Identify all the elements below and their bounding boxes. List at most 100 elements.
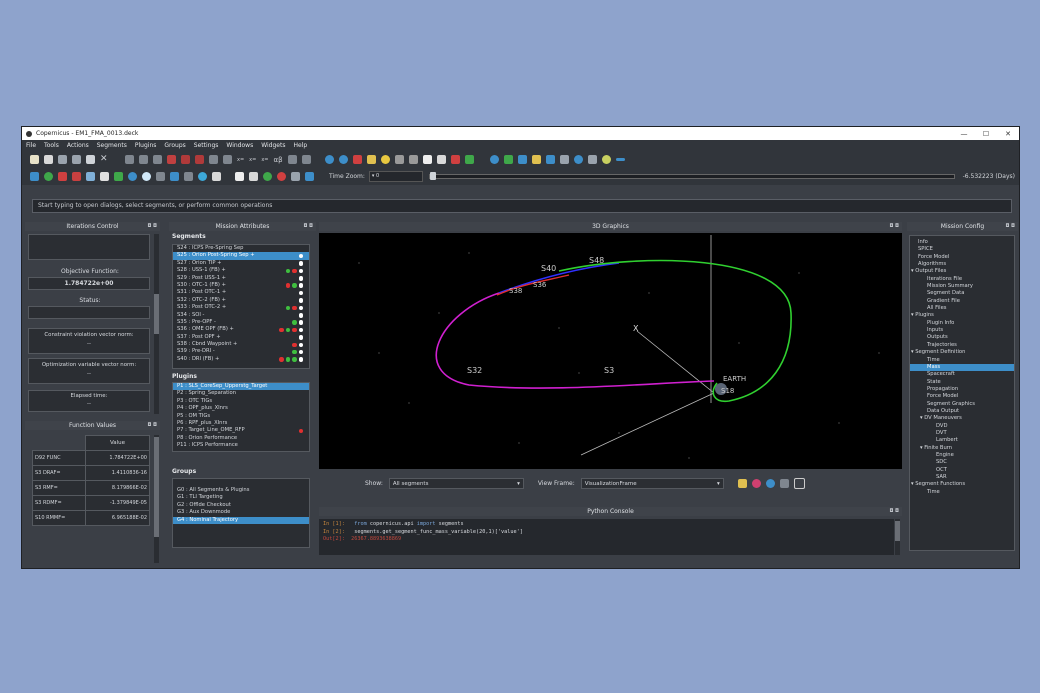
- list-icon[interactable]: [587, 155, 597, 164]
- moon-icon[interactable]: [142, 172, 151, 181]
- checkbox-icon[interactable]: [30, 172, 39, 181]
- menu-tools[interactable]: Tools: [44, 142, 59, 149]
- dvz-button[interactable]: x=: [261, 157, 268, 163]
- tree-item[interactable]: Outputs: [910, 334, 1014, 341]
- list-item[interactable]: P3 : OTC TIGs: [173, 398, 309, 405]
- menu-widgets[interactable]: Widgets: [261, 142, 285, 149]
- tree-item[interactable]: Time: [910, 489, 1014, 496]
- graph-icon[interactable]: [394, 155, 404, 164]
- stop-icon[interactable]: [167, 155, 176, 164]
- table-row[interactable]: S3 DRAF= 1.4110836-16: [31, 465, 150, 481]
- list-item[interactable]: G3 : Aux Downmode: [173, 509, 309, 516]
- plot2-icon[interactable]: [223, 155, 232, 164]
- list-item[interactable]: S34 : SOI -: [173, 312, 309, 319]
- table-row[interactable]: S10 RMMF= 6.965188E-02: [31, 510, 150, 526]
- tree-item[interactable]: SDC: [910, 459, 1014, 466]
- tree-item[interactable]: Propagation: [910, 386, 1014, 393]
- list-item[interactable]: G0 : All Segments & Plugins: [173, 487, 309, 494]
- menu-help[interactable]: Help: [293, 142, 307, 149]
- tree-item[interactable]: Engine: [910, 452, 1014, 459]
- minimize-icon[interactable]: —: [953, 130, 975, 138]
- show-select[interactable]: All segments ▾: [388, 477, 524, 489]
- star-icon[interactable]: [305, 172, 314, 181]
- grid-icon[interactable]: [352, 155, 362, 164]
- document-icon[interactable]: [422, 155, 432, 164]
- minus-icon[interactable]: [615, 158, 625, 161]
- tree-item[interactable]: Gradient File: [910, 298, 1014, 305]
- table-row[interactable]: S3 RMF= 8.179866E-02: [31, 480, 150, 496]
- terminal-icon[interactable]: [559, 155, 569, 164]
- close-icon[interactable]: ✕: [997, 130, 1019, 138]
- pencil-icon[interactable]: [531, 155, 541, 164]
- list-item[interactable]: G4 : Nominal Trajectory: [173, 516, 309, 524]
- tree-item[interactable]: Algorithms: [910, 261, 1014, 268]
- list-item[interactable]: S30 : OTC-1 (FB) +: [173, 282, 309, 289]
- tree-item[interactable]: Data Output: [910, 408, 1014, 415]
- iterations-scrollbar-thumb[interactable]: [154, 294, 159, 334]
- list-item[interactable]: S33 : Post OTC-2 +: [173, 304, 309, 311]
- tree-item[interactable]: Force Model: [910, 393, 1014, 400]
- alpha-beta-button[interactable]: αβ: [273, 156, 282, 164]
- eye-icon[interactable]: [601, 155, 611, 164]
- time-slider[interactable]: [428, 172, 955, 180]
- list-item[interactable]: P2 : Spring_Separation: [173, 390, 309, 397]
- red-car-tool-icon[interactable]: [58, 172, 67, 181]
- page-icon[interactable]: [235, 172, 244, 181]
- check-red-icon[interactable]: [450, 155, 460, 164]
- window-icon[interactable]: [545, 155, 555, 164]
- calendar-icon[interactable]: [100, 172, 109, 181]
- tree-item[interactable]: Plugin Info: [910, 320, 1014, 327]
- mission-config-tree[interactable]: Info SPICE Force Model Algorithms ▾ Output F…: [909, 235, 1015, 551]
- groups-list[interactable]: G0 : All Segments & Plugins G1 : TLI Targ…: [172, 478, 310, 548]
- list-item[interactable]: S24 : ICPS Pre-Spring Sep: [173, 245, 309, 252]
- iterations-scrollbar[interactable]: [154, 234, 159, 414]
- tree-item[interactable]: ▾ Finite Burn: [910, 445, 1014, 452]
- menu-plugins[interactable]: Plugins: [135, 142, 157, 149]
- tree-item[interactable]: ▾ Segment Functions: [910, 481, 1014, 488]
- globe-icon[interactable]: [573, 155, 583, 164]
- graphics-viewport[interactable]: X S40 S38 S36 S32 S18 S3 EARTH S48: [319, 233, 902, 469]
- tree-item[interactable]: Lambert: [910, 437, 1014, 444]
- open-file-icon[interactable]: [44, 155, 53, 164]
- panel-controls-icon[interactable]: ◘ ◘: [1006, 222, 1016, 231]
- orbit-icon[interactable]: [128, 172, 137, 181]
- graph2-icon[interactable]: [408, 155, 418, 164]
- new-file-icon[interactable]: [30, 155, 39, 164]
- save-icon[interactable]: [58, 155, 67, 164]
- tree-item[interactable]: ▾ DV Maneuvers: [910, 415, 1014, 422]
- save-as-icon[interactable]: [72, 155, 81, 164]
- dv-icon[interactable]: [72, 172, 81, 181]
- refresh-icon[interactable]: [338, 155, 348, 164]
- tree-item[interactable]: Force Model: [910, 254, 1014, 261]
- arrow-icon[interactable]: [301, 155, 311, 164]
- maximize-icon[interactable]: ☐: [975, 130, 997, 138]
- tree-item[interactable]: Segment Graphics: [910, 401, 1014, 408]
- arrows-icon[interactable]: [156, 172, 165, 181]
- segments-list[interactable]: S24 : ICPS Pre-Spring Sep S25 : Orion Pos…: [172, 244, 310, 369]
- list-item[interactable]: S35 : Pre-OPF -: [173, 319, 309, 326]
- list-item[interactable]: P11 : ICPS Performance: [173, 442, 309, 449]
- satellite-icon[interactable]: [170, 172, 179, 181]
- time-slider-handle[interactable]: [429, 172, 436, 180]
- leaf-icon[interactable]: [263, 172, 272, 181]
- plugins-list[interactable]: P1 : SLS_CoreSep_Upperstg_Target P2 : Spr…: [172, 382, 310, 452]
- tree-item[interactable]: ▾ Segment Definition: [910, 349, 1014, 356]
- tree-item[interactable]: Mass: [910, 363, 1014, 372]
- path-icon[interactable]: [184, 172, 193, 181]
- tree-item[interactable]: Info: [910, 239, 1014, 246]
- tree-item[interactable]: SAR: [910, 474, 1014, 481]
- print-icon[interactable]: [86, 155, 95, 164]
- list-item[interactable]: S39 : Pre-DRI -: [173, 348, 309, 355]
- menu-file[interactable]: File: [26, 142, 36, 149]
- tree-item[interactable]: SPICE: [910, 246, 1014, 253]
- tree-item[interactable]: OCT: [910, 467, 1014, 474]
- menu-segments[interactable]: Segments: [97, 142, 127, 149]
- pages-icon[interactable]: [249, 172, 258, 181]
- list-item[interactable]: G2 : Offlde Checkout: [173, 502, 309, 509]
- cut-icon[interactable]: ✕: [100, 155, 109, 164]
- sphere-icon[interactable]: [765, 478, 775, 488]
- color-picker-icon[interactable]: [737, 478, 747, 488]
- list-item[interactable]: S32 : OTC-2 (FB) +: [173, 297, 309, 304]
- tree-item[interactable]: DVT: [910, 430, 1014, 437]
- tree-item[interactable]: Segment Data: [910, 290, 1014, 297]
